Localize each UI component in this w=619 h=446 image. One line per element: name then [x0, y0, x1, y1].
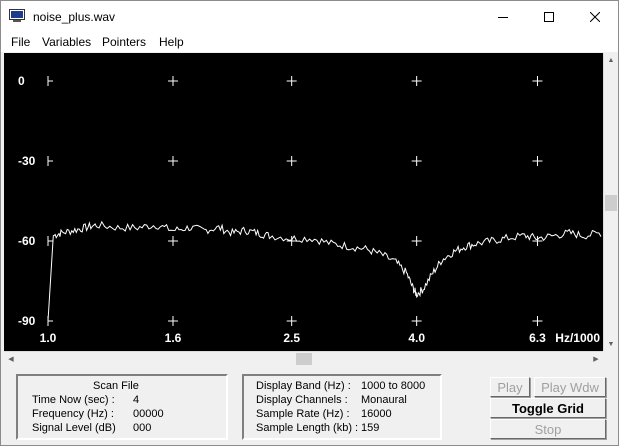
window-title: noise_plus.wav	[33, 10, 116, 24]
frequency-value: 00000	[133, 408, 164, 420]
display-channels-value: Monaural	[361, 394, 407, 406]
grid-crosshair	[47, 236, 53, 246]
maximize-icon	[544, 11, 554, 22]
menu-file[interactable]: File	[11, 35, 30, 49]
grid-crosshair	[47, 156, 53, 166]
grid-crosshair	[532, 316, 543, 326]
menu-variables[interactable]: Variables	[42, 35, 91, 49]
frequency-label: Frequency (Hz) :	[32, 408, 114, 420]
grid-crosshair	[286, 316, 297, 326]
app-window: noise_plus.wav File Variables Pointers H…	[0, 0, 619, 446]
grid-crosshair	[411, 76, 422, 86]
app-icon	[9, 9, 25, 23]
grid-crosshair	[47, 316, 53, 326]
scroll-down-arrow-icon[interactable]: ▼	[604, 337, 618, 351]
menu-pointers[interactable]: Pointers	[102, 35, 146, 49]
close-button[interactable]	[572, 1, 618, 32]
toggle-grid-button[interactable]: Toggle Grid	[490, 398, 606, 418]
sample-length-label: Sample Length (kb) :	[256, 422, 359, 434]
scroll-right-arrow-icon[interactable]: ▶	[589, 352, 603, 366]
signal-level-label: Signal Level (dB)	[32, 422, 116, 434]
time-now-value: 4	[133, 394, 140, 406]
grid-crosshair	[167, 236, 178, 246]
play-button[interactable]: Play	[490, 377, 530, 397]
grid-crosshair	[167, 76, 178, 86]
scan-file-heading: Scan File	[93, 380, 139, 392]
display-band-label: Display Band (Hz) :	[256, 380, 351, 392]
vertical-scroll-thumb[interactable]	[605, 195, 617, 211]
sample-rate-value: 16000	[361, 408, 392, 420]
horizontal-scroll-thumb[interactable]	[296, 353, 312, 365]
spectrum-plot: 0 -30 -60 -90 1.0 1.6 2.5 4.0 6.3 Hz/1000	[4, 53, 603, 351]
grid-crosshair	[167, 316, 178, 326]
title-bar[interactable]: noise_plus.wav	[1, 1, 618, 32]
close-icon	[590, 11, 600, 22]
sample-rate-label: Sample Rate (Hz) :	[256, 408, 350, 420]
x-tick-label: 1.6	[165, 331, 182, 345]
horizontal-scrollbar[interactable]: ◀ ▶	[4, 351, 603, 365]
y-tick-label: -30	[18, 154, 36, 168]
display-band-value: 1000 to 8000	[361, 380, 426, 392]
stop-button[interactable]: Stop	[490, 419, 606, 439]
sample-length-value: 159	[361, 422, 380, 434]
x-tick-label: 6.3	[529, 331, 546, 345]
x-tick-label: 1.0	[40, 331, 57, 345]
grid-crosshair	[286, 156, 297, 166]
signal-level-value: 000	[133, 422, 152, 434]
menu-help[interactable]: Help	[159, 35, 184, 49]
grid-crosshair	[286, 76, 297, 86]
grid-crosshair	[411, 316, 422, 326]
y-tick-label: -90	[18, 314, 36, 328]
grid-crosshair	[47, 76, 53, 86]
grid-crosshair	[411, 236, 422, 246]
grid-crosshair	[411, 156, 422, 166]
y-tick-label: -60	[18, 234, 36, 248]
scroll-corner	[603, 351, 617, 365]
time-now-label: Time Now (sec) :	[32, 394, 115, 406]
display-channels-label: Display Channels :	[256, 394, 348, 406]
vertical-scrollbar[interactable]: ▲ ▼	[603, 53, 617, 351]
display-info-panel: Display Band (Hz) : 1000 to 8000 Display…	[242, 374, 442, 440]
spectrum-chart: 0 -30 -60 -90 1.0 1.6 2.5 4.0 6.3 Hz/1000	[18, 74, 602, 345]
x-tick-label: 2.5	[283, 331, 300, 345]
spectrum-line	[47, 220, 602, 322]
y-tick-label: 0	[18, 74, 25, 88]
grid-crosshair	[532, 156, 543, 166]
minimize-icon	[498, 16, 508, 18]
maximize-button[interactable]	[526, 1, 572, 32]
x-axis-label: Hz/1000	[555, 331, 600, 345]
x-tick-label: 4.0	[408, 331, 425, 345]
menu-bar: File Variables Pointers Help	[1, 32, 618, 52]
scroll-up-arrow-icon[interactable]: ▲	[604, 53, 618, 67]
grid-crosshair	[532, 76, 543, 86]
minimize-button[interactable]	[480, 1, 526, 32]
grid-crosshair	[167, 156, 178, 166]
play-window-button[interactable]: Play Wdw	[534, 377, 606, 397]
scan-file-panel: Scan File Time Now (sec) : 4 Frequency (…	[16, 374, 228, 440]
scroll-left-arrow-icon[interactable]: ◀	[4, 352, 18, 366]
